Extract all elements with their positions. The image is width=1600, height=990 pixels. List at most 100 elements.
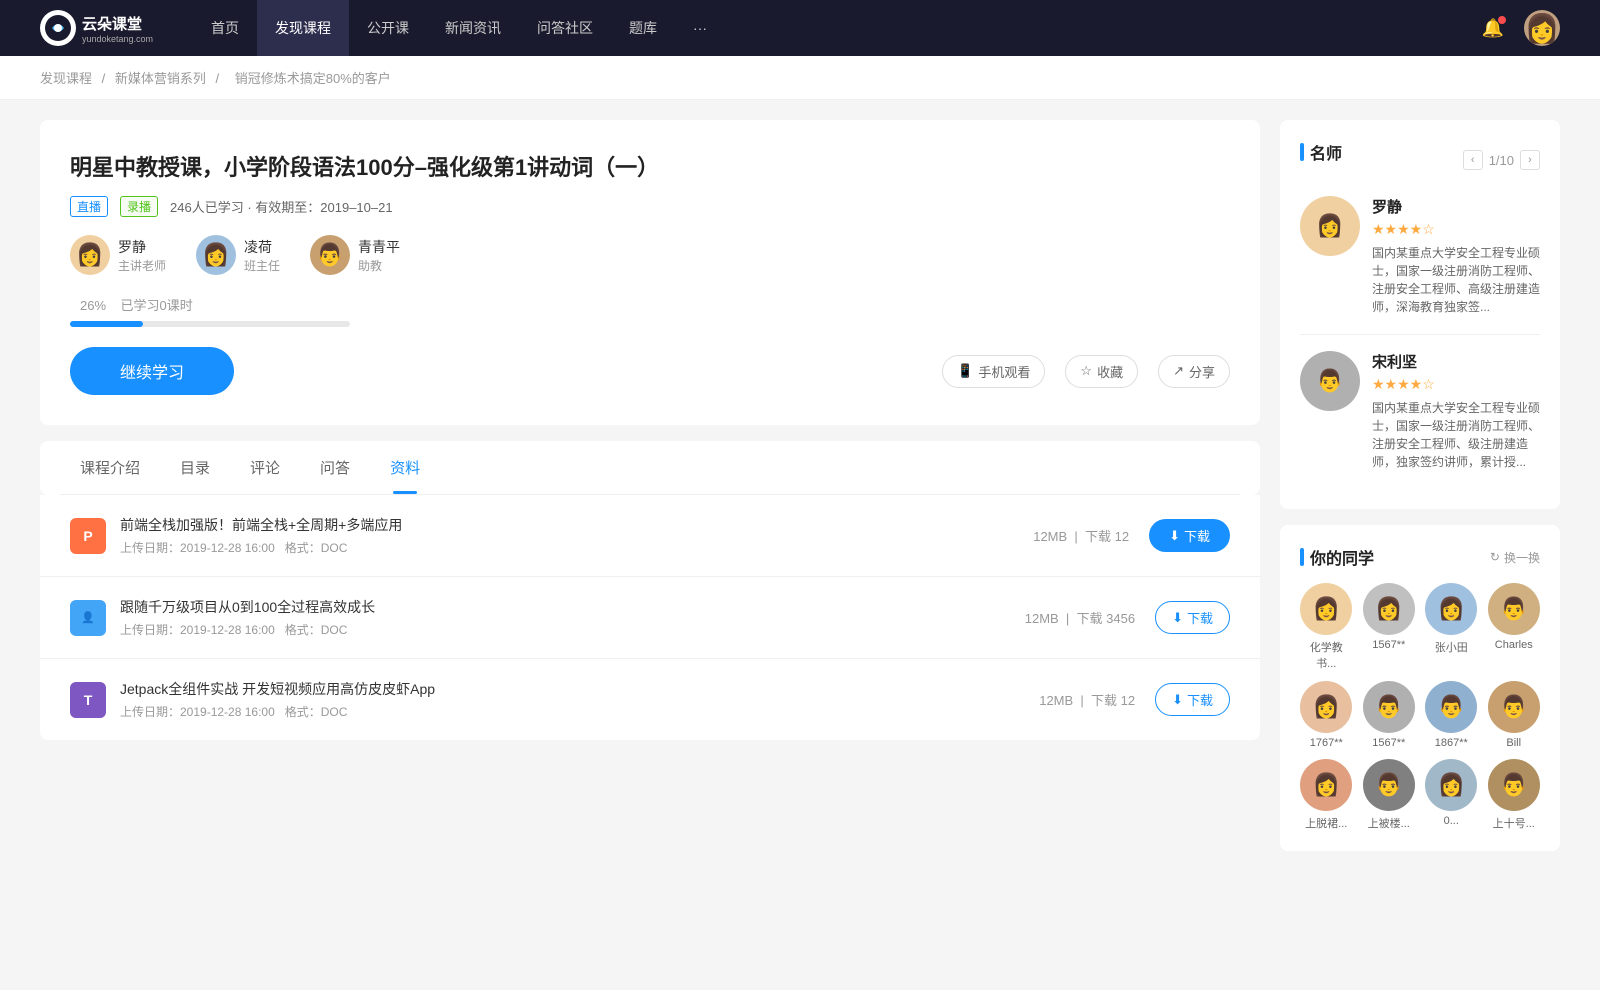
classmate-3[interactable]: 👩 张小田 bbox=[1425, 583, 1478, 671]
continue-button[interactable]: 继续学习 bbox=[70, 347, 234, 395]
sidebar-teacher-2: 👨 宋利坚 ★★★★☆ 国内某重点大学安全工程专业硕士，国家一级注册消防工程师、… bbox=[1300, 351, 1540, 471]
classmate-4-avatar: 👨 bbox=[1488, 583, 1540, 635]
nav-items: 首页 发现课程 公开课 新闻资讯 问答社区 题库 ··· bbox=[193, 0, 1482, 56]
classmate-6-name: 1567** bbox=[1372, 737, 1405, 749]
nav-home[interactable]: 首页 bbox=[193, 0, 257, 56]
tabs-card: 课程介绍 目录 评论 问答 资料 bbox=[40, 441, 1260, 495]
classmate-2[interactable]: 👩 1567** bbox=[1363, 583, 1416, 671]
badge-replay: 录播 bbox=[120, 196, 158, 217]
classmate-9[interactable]: 👩 上脱裙... bbox=[1300, 759, 1353, 831]
classmate-12-avatar: 👨 bbox=[1488, 759, 1540, 811]
collect-label: 收藏 bbox=[1097, 362, 1123, 381]
classmate-1-name: 化学教书... bbox=[1300, 639, 1353, 671]
resource-list: P 前端全栈加强版！前端全栈+全周期+多端应用 上传日期：2019-12-28 … bbox=[40, 495, 1260, 740]
user-avatar-nav[interactable]: 👩 bbox=[1524, 10, 1560, 46]
course-meta: 直播 录播 246人已学习 · 有效期至：2019–10–21 bbox=[70, 196, 1230, 217]
teacher-nav-next[interactable]: › bbox=[1520, 150, 1540, 170]
resource-item-2: 👤 跟随千万级项目从0到100全过程高效成长 上传日期：2019-12-28 1… bbox=[40, 577, 1260, 659]
classmates-title: 你的同学 bbox=[1300, 545, 1374, 569]
teacher-3-name: 青青平 bbox=[358, 237, 400, 257]
mobile-watch-button[interactable]: 📱 手机观看 bbox=[942, 355, 1045, 388]
course-title: 明星中教授课，小学阶段语法100分–强化级第1讲动词（一） bbox=[70, 150, 1230, 182]
resource-meta-3: 上传日期：2019-12-28 16:00 格式：DOC bbox=[120, 703, 1039, 720]
resource-item-3: T Jetpack全组件实战 开发短视频应用高仿皮皮虾App 上传日期：2019… bbox=[40, 659, 1260, 740]
classmate-6-avatar: 👨 bbox=[1363, 681, 1415, 733]
sidebar-teacher-2-name: 宋利坚 bbox=[1372, 351, 1540, 372]
classmate-7[interactable]: 👨 1867** bbox=[1425, 681, 1478, 749]
teachers: 👩 罗静 主讲老师 👩 凌荷 班主任 bbox=[70, 235, 1230, 275]
share-label: 分享 bbox=[1189, 362, 1215, 381]
resource-info-2: 跟随千万级项目从0到100全过程高效成长 上传日期：2019-12-28 16:… bbox=[120, 597, 1025, 638]
nav-exam[interactable]: 题库 bbox=[611, 0, 675, 56]
nav-discover[interactable]: 发现课程 bbox=[257, 0, 349, 56]
classmate-3-avatar: 👩 bbox=[1425, 583, 1477, 635]
progress-text: 已学习0课时 bbox=[120, 298, 192, 313]
classmate-10[interactable]: 👨 上被楼... bbox=[1363, 759, 1416, 831]
collect-button[interactable]: ☆ 收藏 bbox=[1065, 355, 1138, 388]
classmate-12[interactable]: 👨 上十号... bbox=[1488, 759, 1541, 831]
classmate-5-avatar: 👩 bbox=[1300, 681, 1352, 733]
nav-news[interactable]: 新闻资讯 bbox=[427, 0, 519, 56]
classmate-3-name: 张小田 bbox=[1435, 639, 1468, 655]
nav-public[interactable]: 公开课 bbox=[349, 0, 427, 56]
classmates-header: 你的同学 ↻ 换一换 bbox=[1300, 545, 1540, 569]
logo[interactable]: 云朵课堂 yundoketang.com bbox=[40, 10, 153, 46]
resource-name-2: 跟随千万级项目从0到100全过程高效成长 bbox=[120, 597, 1025, 617]
teacher-1-name: 罗静 bbox=[118, 237, 166, 257]
classmate-1[interactable]: 👩 化学教书... bbox=[1300, 583, 1353, 671]
classmate-10-name: 上被楼... bbox=[1368, 815, 1410, 831]
breadcrumb-series[interactable]: 新媒体营销系列 bbox=[115, 71, 206, 86]
breadcrumb-discover[interactable]: 发现课程 bbox=[40, 71, 92, 86]
classmate-9-avatar: 👩 bbox=[1300, 759, 1352, 811]
refresh-button[interactable]: ↻ 换一换 bbox=[1490, 549, 1540, 566]
tabs: 课程介绍 目录 评论 问答 资料 bbox=[60, 441, 1240, 495]
classmate-7-avatar: 👨 bbox=[1425, 681, 1477, 733]
teacher-2-name: 凌荷 bbox=[244, 237, 280, 257]
teacher-nav-prev[interactable]: ‹ bbox=[1463, 150, 1483, 170]
teacher-2-role: 班主任 bbox=[244, 257, 280, 274]
nav-qa[interactable]: 问答社区 bbox=[519, 0, 611, 56]
teacher-page: 1/10 bbox=[1489, 153, 1514, 168]
mobile-icon: 📱 bbox=[957, 363, 973, 379]
sidebar-teacher-1-avatar: 👩 bbox=[1300, 196, 1360, 256]
refresh-icon: ↻ bbox=[1490, 550, 1500, 564]
sidebar-teacher-2-desc: 国内某重点大学安全工程专业硕士，国家一级注册消防工程师、注册安全工程师、级注册建… bbox=[1372, 399, 1540, 471]
nav-right: 🔔 👩 bbox=[1482, 10, 1560, 46]
progress-bar-fill bbox=[70, 321, 143, 327]
resource-meta-1: 上传日期：2019-12-28 16:00 格式：DOC bbox=[120, 539, 1033, 556]
share-icon: ↗ bbox=[1173, 363, 1184, 379]
resource-stats-1: 12MB | 下载 12 bbox=[1033, 526, 1129, 545]
action-buttons: 📱 手机观看 ☆ 收藏 ↗ 分享 bbox=[942, 355, 1230, 388]
nav-more[interactable]: ··· bbox=[675, 0, 725, 56]
course-meta-text: 246人已学习 · 有效期至：2019–10–21 bbox=[170, 197, 393, 216]
resource-icon-3: T bbox=[70, 682, 106, 718]
download-button-1[interactable]: ⬇ 下载 bbox=[1149, 519, 1230, 552]
classmate-7-name: 1867** bbox=[1435, 737, 1468, 749]
teacher-nav: ‹ 1/10 › bbox=[1463, 150, 1540, 170]
tab-resource[interactable]: 资料 bbox=[370, 441, 440, 494]
teacher-1: 👩 罗静 主讲老师 bbox=[70, 235, 166, 275]
classmates-grid: 👩 化学教书... 👩 1567** 👩 张小田 👨 Charles 👩 bbox=[1300, 583, 1540, 831]
download-button-2[interactable]: ⬇ 下载 bbox=[1155, 601, 1230, 634]
classmate-5[interactable]: 👩 1767** bbox=[1300, 681, 1353, 749]
classmate-8[interactable]: 👨 Bill bbox=[1488, 681, 1541, 749]
bell-icon[interactable]: 🔔 bbox=[1482, 18, 1504, 39]
tab-intro[interactable]: 课程介绍 bbox=[60, 441, 160, 494]
tab-qa[interactable]: 问答 bbox=[300, 441, 370, 494]
resource-meta-2: 上传日期：2019-12-28 16:00 格式：DOC bbox=[120, 621, 1025, 638]
download-button-3[interactable]: ⬇ 下载 bbox=[1155, 683, 1230, 716]
teacher-3: 👨 青青平 助教 bbox=[310, 235, 400, 275]
classmate-6[interactable]: 👨 1567** bbox=[1363, 681, 1416, 749]
classmate-8-name: Bill bbox=[1506, 737, 1521, 749]
classmate-4-name: Charles bbox=[1495, 639, 1533, 651]
breadcrumb: 发现课程 / 新媒体营销系列 / 销冠修炼术搞定80%的客户 bbox=[0, 56, 1600, 100]
classmate-11-name: 0... bbox=[1444, 815, 1459, 827]
tab-review[interactable]: 评论 bbox=[230, 441, 300, 494]
classmate-11[interactable]: 👩 0... bbox=[1425, 759, 1478, 831]
bell-badge bbox=[1498, 16, 1506, 24]
tab-catalog[interactable]: 目录 bbox=[160, 441, 230, 494]
teacher-3-avatar: 👨 bbox=[310, 235, 350, 275]
classmate-4[interactable]: 👨 Charles bbox=[1488, 583, 1541, 671]
share-button[interactable]: ↗ 分享 bbox=[1158, 355, 1230, 388]
progress-percent: 26% bbox=[80, 298, 106, 313]
